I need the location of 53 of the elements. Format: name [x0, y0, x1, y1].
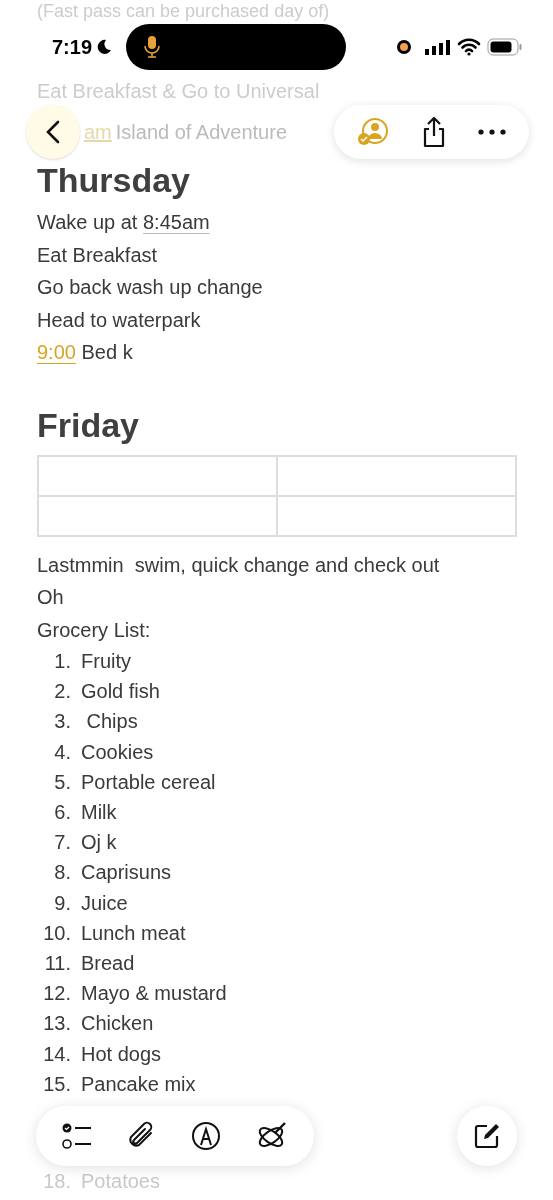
list-item-text: Cookies	[81, 739, 154, 765]
list-item-text: Oj k	[81, 830, 117, 856]
battery-icon	[487, 38, 523, 56]
list-number: 3.	[53, 709, 72, 735]
list-item-text: Juice	[81, 890, 128, 916]
list-number: 12.	[42, 981, 72, 1007]
list-item-text: Gold fish	[81, 679, 160, 705]
note-line: Eat Breakfast	[37, 242, 158, 268]
list-number: 11.	[43, 951, 72, 977]
signal-icon	[425, 39, 451, 55]
back-chevron-icon	[46, 120, 60, 144]
note-line: 9:00 Bed k	[37, 340, 133, 365]
section-heading: Thursday	[37, 160, 191, 200]
list-number: 5.	[53, 769, 72, 795]
list-item-text: Pancake mix	[81, 1071, 196, 1097]
checklist-icon[interactable]	[61, 1123, 92, 1150]
status-time: 7:19	[52, 35, 93, 60]
note-line: Wake up at 8:45am	[37, 210, 210, 235]
list-item-text: Fruity	[81, 649, 131, 674]
list-number: 13.	[42, 1011, 72, 1037]
list-number: 10.	[42, 920, 72, 946]
markup-pen-icon[interactable]	[190, 1121, 221, 1152]
back-button[interactable]	[26, 105, 80, 159]
list-item-text: Bread	[81, 951, 135, 977]
list-number: 8.	[53, 860, 72, 886]
list-item-text: Lunch meat	[81, 920, 186, 946]
list-number: 7.	[53, 830, 72, 856]
list-item-text: Milk	[81, 800, 117, 825]
wifi-icon	[457, 38, 481, 56]
list-number: 1.	[53, 649, 72, 674]
list-number: 4.	[53, 739, 72, 765]
list-item-text: Mayo & mustard	[81, 981, 227, 1007]
note-line: Lastmmin swim, quick change and check out	[37, 552, 440, 578]
list-number: 9.	[53, 890, 72, 916]
note-line: Grocery List:	[37, 617, 151, 643]
note-line: Head to waterpark	[37, 307, 201, 333]
faded-note-line: Island of Adventure	[115, 120, 288, 145]
section-heading: Friday	[37, 404, 140, 445]
list-number: 15.	[42, 1071, 72, 1097]
list-item-text: Chicken	[81, 1011, 154, 1037]
list-item-text: Chips	[85, 709, 138, 735]
compose-icon	[474, 1123, 500, 1150]
microphone-icon	[144, 35, 161, 59]
list-item-text: Caprisuns	[81, 860, 172, 886]
list-number: 2.	[53, 679, 72, 705]
list-number: 14.	[42, 1041, 72, 1067]
note-line: Oh	[37, 585, 64, 610]
list-item-text: Hot dogs	[81, 1041, 162, 1067]
more-icon[interactable]	[477, 129, 506, 135]
list-item-text: Portable cereal	[81, 769, 216, 795]
list-number: 6.	[53, 800, 72, 825]
note-line: Go back wash up change	[37, 275, 263, 300]
moon-icon	[96, 39, 113, 55]
